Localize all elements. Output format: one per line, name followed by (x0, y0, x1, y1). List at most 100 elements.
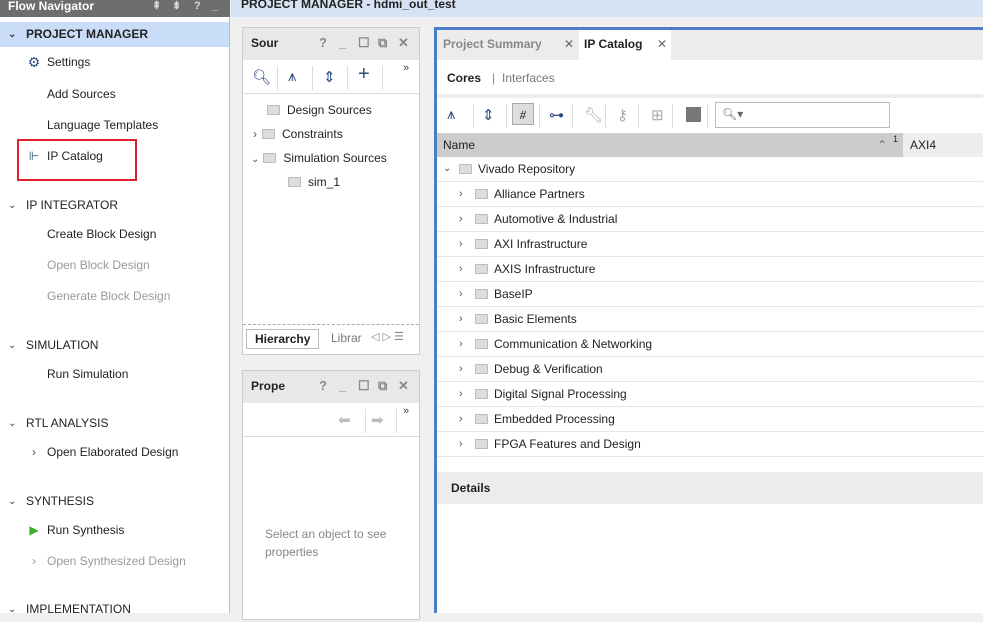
subtab-cores[interactable]: Cores (447, 71, 481, 85)
section-ip-integrator[interactable]: ⌄ IP INTEGRATOR (0, 193, 229, 218)
column-axi4[interactable]: AXI4 (903, 133, 983, 157)
row-label: Debug & Verification (494, 362, 603, 376)
collapse-all-icon[interactable]: ⩚ (288, 68, 296, 85)
tab-project-summary[interactable]: Project Summary ✕ (437, 30, 579, 60)
catalog-category-row[interactable]: › Digital Signal Processing (437, 382, 983, 407)
nav-run-simulation[interactable]: Run Simulation (47, 366, 128, 382)
row-label: Communication & Networking (494, 337, 653, 351)
expand-all-icon[interactable]: ⇕ (482, 106, 495, 124)
section-synthesis[interactable]: ⌄ SYNTHESIS (0, 489, 229, 514)
group-by-icon[interactable]: ⧣ (512, 103, 534, 125)
section-project-manager[interactable]: ⌄ PROJECT MANAGER (0, 22, 229, 47)
catalog-category-row[interactable]: › Alliance Partners (437, 182, 983, 207)
catalog-category-row[interactable]: › Debug & Verification (437, 357, 983, 382)
play-icon: ▶ (29, 523, 39, 537)
minimize-icon[interactable]: _ (212, 0, 218, 12)
chevron-right-icon: › (459, 188, 463, 200)
close-icon[interactable]: ✕ (398, 35, 409, 51)
expand-all-icon[interactable]: ⇕ (323, 68, 336, 86)
folder-icon (475, 314, 488, 324)
chevron-right-icon: › (32, 445, 36, 459)
folder-icon (475, 389, 488, 399)
help-icon[interactable]: ? (319, 35, 327, 50)
chip-icon[interactable]: ⊞ (651, 106, 664, 124)
info-icon[interactable] (686, 107, 701, 122)
subtab-interfaces[interactable]: Interfaces (502, 71, 555, 85)
tree-constraints[interactable]: › Constraints (253, 126, 343, 142)
key-icon[interactable]: ⚷ (617, 106, 628, 124)
folder-icon (262, 129, 275, 139)
minimize-icon[interactable]: _ (339, 35, 346, 50)
chevron-down-icon: ⌄ (251, 154, 260, 165)
add-icon[interactable]: + (358, 63, 370, 86)
section-rtl-analysis[interactable]: ⌄ RTL ANALYSIS (0, 411, 229, 436)
catalog-category-row[interactable]: › AXI Infrastructure (437, 232, 983, 257)
nav-open-block-design[interactable]: Open Block Design (47, 257, 150, 273)
tree-simulation-sources[interactable]: ⌄ Simulation Sources (251, 150, 387, 168)
float-icon[interactable]: ⧉ (378, 35, 387, 51)
tree-label: Simulation Sources (283, 151, 387, 165)
nav-open-synthesized-design[interactable]: › Open Synthesized Design (32, 553, 186, 569)
nav-settings[interactable]: ⚙ Settings (28, 54, 91, 70)
tab-ip-catalog[interactable]: IP Catalog ✕ (579, 30, 671, 60)
tree-design-sources[interactable]: Design Sources (267, 102, 372, 118)
chevron-right-icon: › (459, 313, 463, 325)
details-header: Details (437, 472, 983, 504)
section-label: SYNTHESIS (26, 494, 95, 508)
properties-toolbar: ⬅ ➡ » (243, 403, 419, 437)
back-arrow-icon[interactable]: ⬅ (338, 411, 351, 429)
nav-run-synthesis[interactable]: ▶ Run Synthesis (29, 522, 124, 538)
catalog-category-row[interactable]: › FPGA Features and Design (437, 432, 983, 457)
maximize-icon[interactable]: ☐ (358, 35, 370, 51)
row-label: Alliance Partners (494, 187, 585, 201)
catalog-category-row[interactable]: › Automotive & Industrial (437, 207, 983, 232)
close-icon[interactable]: ✕ (398, 378, 409, 394)
row-label: FPGA Features and Design (494, 437, 641, 451)
minimize-icon[interactable]: _ (339, 378, 346, 393)
float-icon[interactable]: ⧉ (378, 378, 387, 394)
sources-toolbar: 🔍︎ ⩚ ⇕ + » (243, 60, 419, 94)
column-name[interactable]: Name ⌃ 1 (437, 133, 903, 157)
search-input[interactable]: 🔍︎▾ (715, 102, 890, 128)
catalog-category-row[interactable]: › AXIS Infrastructure (437, 257, 983, 282)
subtab-separator: | (492, 71, 496, 85)
folder-icon (459, 164, 472, 174)
forward-arrow-icon[interactable]: ➡ (371, 411, 384, 429)
tree-vivado-repository[interactable]: ⌄ Vivado Repository (437, 157, 983, 182)
catalog-category-row[interactable]: › Basic Elements (437, 307, 983, 332)
close-icon[interactable]: ✕ (564, 30, 574, 58)
overflow-icon[interactable]: » (403, 405, 409, 417)
tree-sim-1[interactable]: sim_1 (288, 174, 340, 190)
panel-title: Prope (251, 379, 286, 393)
help-icon[interactable]: ? (194, 0, 201, 12)
wrench-icon[interactable]: 🔧︎ (584, 106, 603, 124)
catalog-category-row[interactable]: › BaseIP (437, 282, 983, 307)
tab-hierarchy[interactable]: Hierarchy (246, 329, 320, 349)
tab-label: IP Catalog (584, 37, 643, 51)
close-icon[interactable]: ✕ (657, 30, 667, 58)
nav-generate-block-design[interactable]: Generate Block Design (47, 288, 170, 304)
hierarchy-icon[interactable]: ⊶ (549, 106, 564, 124)
search-icon[interactable]: 🔍︎ (252, 68, 271, 86)
nav-create-block-design[interactable]: Create Block Design (47, 226, 156, 242)
title-text: Flow Navigator (8, 0, 95, 13)
folder-icon (267, 105, 280, 115)
collapse-all-icon[interactable]: ⇞ (152, 0, 161, 12)
overflow-icon[interactable]: » (403, 62, 409, 74)
chevron-right-icon: › (459, 413, 463, 425)
catalog-category-row[interactable]: › Embedded Processing (437, 407, 983, 432)
help-icon[interactable]: ? (319, 378, 327, 393)
nav-add-sources[interactable]: Add Sources (47, 86, 116, 102)
section-simulation[interactable]: ⌄ SIMULATION (0, 333, 229, 358)
collapse-all-icon[interactable]: ⩚ (447, 106, 455, 123)
tab-nav-left-icon[interactable]: ◁ ▷ ☰ (371, 330, 404, 343)
chevron-down-icon: ⌄ (8, 418, 17, 429)
nav-open-elaborated-design[interactable]: › Open Elaborated Design (32, 444, 179, 460)
catalog-category-row[interactable]: › Communication & Networking (437, 332, 983, 357)
maximize-icon[interactable]: ☐ (358, 378, 370, 394)
section-implementation[interactable]: ⌄ IMPLEMENTATION (0, 597, 229, 622)
expand-all-icon[interactable]: ⇟ (172, 0, 181, 12)
item-label: Open Elaborated Design (47, 445, 179, 459)
tab-libraries[interactable]: Librar (331, 331, 362, 345)
nav-language-templates[interactable]: Language Templates (47, 117, 158, 133)
